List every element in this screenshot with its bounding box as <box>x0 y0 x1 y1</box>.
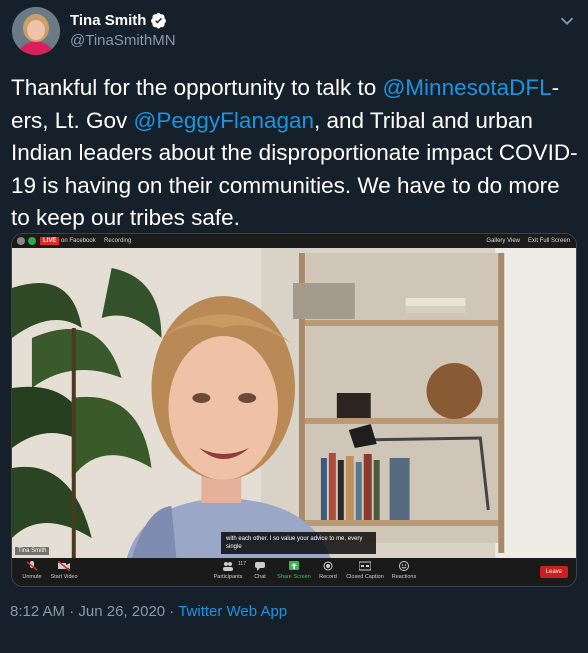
participants-icon <box>223 562 233 571</box>
meta-separator: · <box>165 603 179 620</box>
closed-caption-icon <box>359 561 371 571</box>
start-video-label: Start Video <box>50 574 78 580</box>
tweet-date[interactable]: Jun 26, 2020 <box>78 603 165 620</box>
share-screen-label: Share Screen <box>277 574 311 580</box>
tweet-text: Thankful for the opportunity to talk to … <box>11 72 581 235</box>
recording-label: Recording <box>104 238 132 244</box>
closed-caption-box: with each other. I so value your advice … <box>221 532 376 554</box>
verified-badge-icon <box>151 12 167 29</box>
participants-label: Participants <box>213 574 243 580</box>
avatar[interactable] <box>12 7 60 55</box>
closed-caption-button[interactable]: Closed Caption <box>345 561 385 580</box>
mention-link[interactable]: @MinnesotaDFL <box>382 75 551 100</box>
mention-link[interactable]: @PeggyFlanagan <box>134 108 314 133</box>
video-player[interactable]: LIVE on Facebook Recording Gallery View … <box>11 233 577 587</box>
tweet-card: Tina Smith @TinaSmithMN Thankful for the… <box>0 0 588 653</box>
record-button[interactable]: Record <box>308 561 348 580</box>
zoom-toolbar: Unmute Start Video Participants 117 Chat… <box>12 558 576 586</box>
meta-separator: · <box>65 603 79 620</box>
record-icon <box>323 561 333 571</box>
video-frame <box>12 248 576 559</box>
shield-icon[interactable] <box>28 237 36 245</box>
author-display-name[interactable]: Tina Smith <box>70 12 146 29</box>
reactions-label: Reactions <box>391 574 417 580</box>
zoom-top-bar: LIVE on Facebook Recording Gallery View … <box>12 234 576 248</box>
share-screen-icon <box>289 561 299 570</box>
tweet-text-segment: Thankful for the opportunity to talk to <box>11 75 383 100</box>
info-icon[interactable] <box>17 237 25 245</box>
leave-button[interactable]: Leave <box>539 566 568 578</box>
record-label: Record <box>319 574 337 580</box>
author-handle[interactable]: @TinaSmithMN <box>70 32 176 49</box>
chat-bubble-icon <box>255 562 265 571</box>
stream-label: on Facebook <box>61 238 96 244</box>
microphone-muted-icon <box>26 561 38 571</box>
exit-full-screen-button[interactable]: Exit Full Screen <box>528 237 570 245</box>
participant-name-tag: Tina Smith <box>15 547 50 555</box>
start-video-button[interactable]: Start Video <box>44 561 84 580</box>
source-app-link[interactable]: Twitter Web App <box>178 603 287 620</box>
chevron-down-icon[interactable] <box>556 10 578 32</box>
live-badge: LIVE <box>40 237 60 245</box>
video-camera-off-icon <box>58 561 70 571</box>
reactions-button[interactable]: Reactions <box>384 561 424 580</box>
unmute-label: Unmute <box>22 574 42 580</box>
chat-label: Chat <box>254 574 266 580</box>
avatar-photo <box>12 7 60 55</box>
closed-caption-label: Closed Caption <box>346 574 384 580</box>
tweet-meta: 8:12 AM · Jun 26, 2020 · Twitter Web App <box>10 603 287 620</box>
tweet-time[interactable]: 8:12 AM <box>10 603 65 620</box>
smiley-icon <box>399 561 409 571</box>
gallery-view-button[interactable]: Gallery View <box>486 237 520 245</box>
